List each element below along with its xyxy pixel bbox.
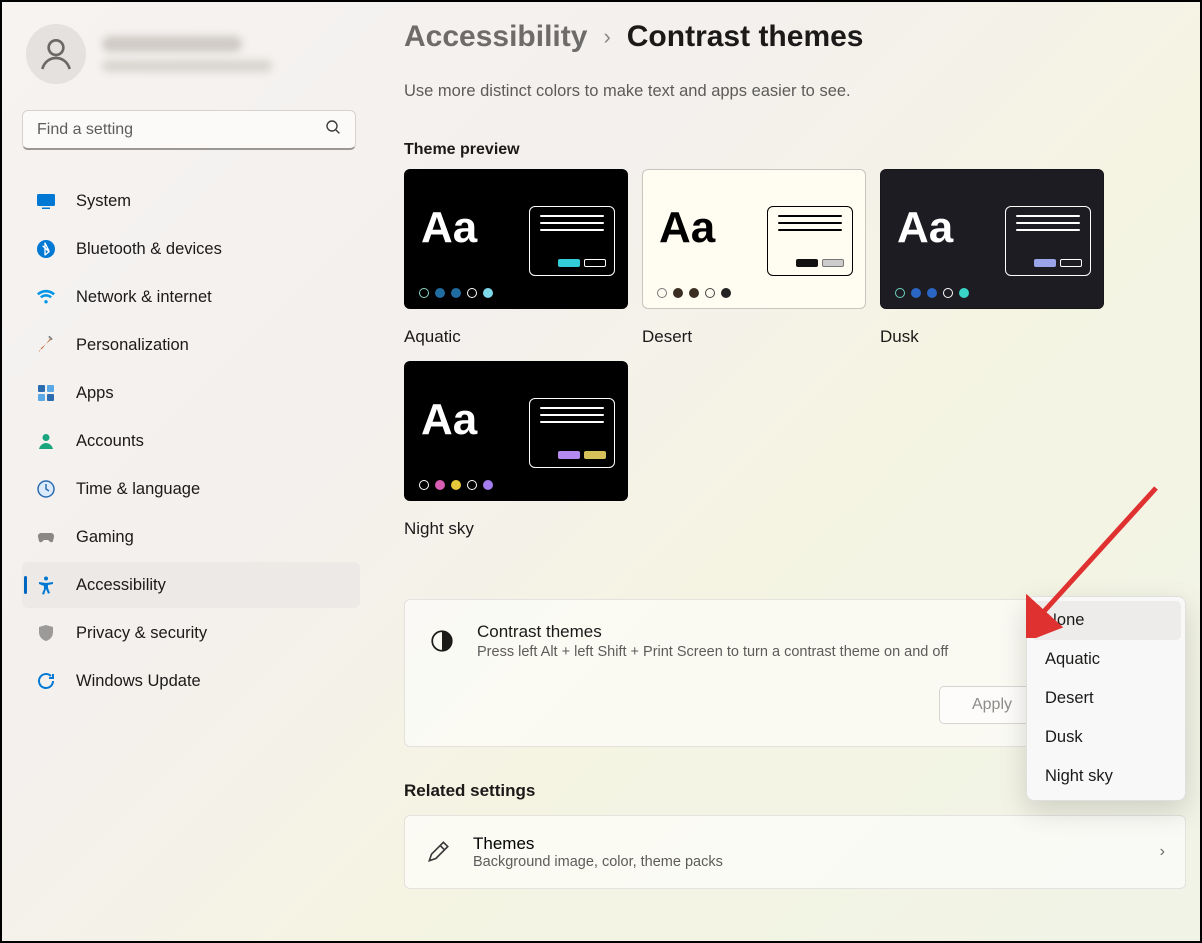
accessibility-icon [36,575,56,595]
theme-name: Aquatic [404,327,628,347]
breadcrumb: Accessibility › Contrast themes [404,20,1186,54]
page-title: Contrast themes [627,20,864,54]
theme-aquatic[interactable]: Aa Aquatic [404,169,628,347]
theme-night-sky[interactable]: Aa Night sky [404,361,628,539]
theme-name: Night sky [404,519,628,539]
person-icon [36,431,56,451]
wifi-icon [36,287,56,307]
nav-system[interactable]: System [22,178,360,224]
bluetooth-icon [36,239,56,259]
monitor-icon [36,191,56,211]
clock-globe-icon [36,479,56,499]
nav-label: System [76,192,131,211]
nav-windows-update[interactable]: Windows Update [22,658,360,704]
nav-label: Accounts [76,432,144,451]
nav-privacy[interactable]: Privacy & security [22,610,360,656]
page-subtitle: Use more distinct colors to make text an… [404,82,1186,101]
nav-accounts[interactable]: Accounts [22,418,360,464]
theme-dusk[interactable]: Aa Dusk [880,169,1104,347]
related-title: Themes [473,834,723,854]
search-input[interactable] [37,121,317,139]
update-icon [36,671,56,691]
dropdown-option-aquatic[interactable]: Aquatic [1031,640,1181,679]
theme-preview-heading: Theme preview [404,141,1186,159]
dropdown-option-dusk[interactable]: Dusk [1031,718,1181,757]
gamepad-icon [36,527,56,547]
breadcrumb-parent[interactable]: Accessibility [404,20,587,54]
contrast-theme-dropdown[interactable]: None Aquatic Desert Dusk Night sky [1026,596,1186,801]
avatar [26,24,86,84]
contrast-icon [429,628,455,654]
nav-list: System Bluetooth & devices Network & int… [22,178,360,704]
nav-label: Network & internet [76,288,212,307]
nav-label: Privacy & security [76,624,207,643]
profile-name-blurred [102,36,242,52]
nav-label: Time & language [76,480,200,499]
nav-label: Windows Update [76,672,201,691]
paintbrush-icon [36,335,56,355]
nav-label: Apps [76,384,114,403]
dropdown-option-night-sky[interactable]: Night sky [1031,757,1181,796]
theme-name: Desert [642,327,866,347]
apps-icon [36,383,56,403]
nav-network[interactable]: Network & internet [22,274,360,320]
related-desc: Background image, color, theme packs [473,854,723,870]
card-desc: Press left Alt + left Shift + Print Scre… [477,644,948,660]
profile-email-blurred [102,60,272,72]
nav-time-language[interactable]: Time & language [22,466,360,512]
nav-personalization[interactable]: Personalization [22,322,360,368]
dropdown-option-none[interactable]: None [1031,601,1181,640]
related-themes-link[interactable]: Themes Background image, color, theme pa… [404,815,1186,889]
nav-bluetooth[interactable]: Bluetooth & devices [22,226,360,272]
pen-icon [425,839,451,865]
nav-accessibility[interactable]: Accessibility [22,562,360,608]
chevron-right-icon: › [1160,843,1165,861]
search-box[interactable] [22,110,356,150]
search-icon [325,119,341,140]
dropdown-option-desert[interactable]: Desert [1031,679,1181,718]
nav-label: Personalization [76,336,189,355]
user-profile[interactable] [26,24,360,84]
nav-label: Accessibility [76,576,166,595]
nav-label: Gaming [76,528,134,547]
chevron-right-icon: › [603,24,610,50]
card-title: Contrast themes [477,622,948,642]
shield-icon [36,623,56,643]
theme-desert[interactable]: Aa Desert [642,169,866,347]
nav-gaming[interactable]: Gaming [22,514,360,560]
theme-preview-grid: Aa Aquatic Aa [404,169,1186,539]
theme-name: Dusk [880,327,1104,347]
nav-apps[interactable]: Apps [22,370,360,416]
nav-label: Bluetooth & devices [76,240,222,259]
